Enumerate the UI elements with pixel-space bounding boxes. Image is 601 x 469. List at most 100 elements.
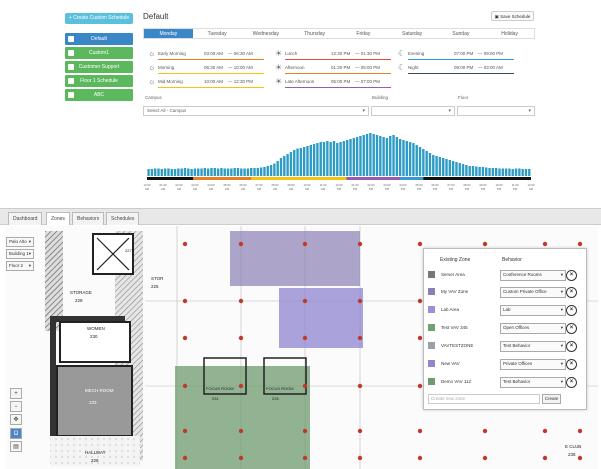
- period-afternoon[interactable]: ☀ Afternoon 01:30 PM — 05:00 PM: [275, 63, 395, 74]
- period-mid-morning[interactable]: ☼ Mid Morning 10:00 AM — 12:30 PM: [148, 77, 268, 88]
- sensor-dot[interactable]: [417, 241, 423, 247]
- zone-row[interactable]: Lab Area Lab ▾ ×: [428, 304, 584, 317]
- building-dropdown[interactable]: Building 1 ▾: [6, 249, 34, 259]
- sensor-dot[interactable]: [182, 335, 188, 341]
- sensor-dot[interactable]: [182, 298, 188, 304]
- sensor-dot[interactable]: [357, 335, 363, 341]
- sensor-dot[interactable]: [542, 428, 548, 434]
- sensor-dot[interactable]: [357, 298, 363, 304]
- tab-dashboard[interactable]: Dashboard: [8, 212, 43, 225]
- draw-zone-icon[interactable]: Ω: [10, 428, 22, 439]
- timeline-segment[interactable]: [250, 177, 347, 180]
- period-morning[interactable]: ☼ Morning 06:30 AM — 10:00 AM: [148, 63, 268, 74]
- layers-icon[interactable]: ▤: [10, 441, 22, 452]
- sensor-dot[interactable]: [577, 428, 583, 434]
- checkbox-icon[interactable]: [68, 50, 74, 56]
- sensor-dot[interactable]: [542, 241, 548, 247]
- tab-schedules[interactable]: Schedules: [106, 212, 140, 225]
- tab-behaviors[interactable]: Behaviors: [72, 212, 105, 225]
- tab-wednesday[interactable]: Wednesday: [242, 29, 291, 38]
- sensor-dot[interactable]: [417, 383, 423, 389]
- checkbox-icon[interactable]: [68, 64, 74, 70]
- sensor-dot[interactable]: [417, 298, 423, 304]
- sensor-dot[interactable]: [417, 428, 423, 434]
- sensor-dot[interactable]: [182, 383, 188, 389]
- delete-zone-icon[interactable]: ×: [566, 341, 577, 352]
- pan-icon[interactable]: ✥: [10, 414, 22, 425]
- checkbox-icon[interactable]: [68, 36, 74, 42]
- campus-select[interactable]: Select All - Campus ▾: [143, 106, 369, 116]
- tab-zones[interactable]: Zones: [46, 212, 70, 225]
- behavior-select[interactable]: Private Offices ▾: [500, 359, 566, 370]
- sensor-dot[interactable]: [482, 428, 488, 434]
- sensor-dot[interactable]: [182, 241, 188, 247]
- sensor-dot[interactable]: [238, 455, 244, 461]
- delete-zone-icon[interactable]: ×: [566, 305, 577, 316]
- sensor-dot[interactable]: [357, 241, 363, 247]
- campus-dropdown[interactable]: Palo Alto ▾: [6, 237, 34, 247]
- building-select[interactable]: ▾: [371, 106, 455, 116]
- sensor-dot[interactable]: [302, 335, 308, 341]
- checkbox-icon[interactable]: [68, 92, 74, 98]
- zoom-out-icon[interactable]: −: [10, 401, 22, 412]
- zone-my-vav[interactable]: [230, 231, 360, 286]
- schedule-item-custom1[interactable]: Custom1: [65, 47, 133, 59]
- zoom-in-icon[interactable]: +: [10, 388, 22, 399]
- sensor-dot[interactable]: [302, 298, 308, 304]
- tab-sunday[interactable]: Sunday: [437, 29, 486, 38]
- sensor-dot[interactable]: [417, 335, 423, 341]
- sensor-dot[interactable]: [482, 455, 488, 461]
- zone-row[interactable]: Server Area Conference Rooms ▾ ×: [428, 269, 584, 282]
- period-early-morning[interactable]: ☼ Early Morning 03:00 AM — 06:30 AM: [148, 49, 268, 60]
- create-zone-button[interactable]: Create: [542, 394, 561, 404]
- new-zone-input[interactable]: Create new zone: [428, 394, 540, 404]
- timeline-segment[interactable]: [193, 177, 251, 180]
- zone-row[interactable]: Demo VAV 112 Test Behavior ▾ ×: [428, 376, 584, 389]
- tab-monday[interactable]: Monday: [144, 29, 193, 38]
- sensor-dot[interactable]: [182, 428, 188, 434]
- period-evening[interactable]: ☾ Evening 07:00 PM — 09:00 PM: [398, 49, 518, 60]
- delete-zone-icon[interactable]: ×: [566, 359, 577, 370]
- sensor-dot[interactable]: [482, 241, 488, 247]
- sensor-dot[interactable]: [182, 455, 188, 461]
- checkbox-icon[interactable]: [68, 78, 74, 84]
- sensor-dot[interactable]: [577, 241, 583, 247]
- behavior-select[interactable]: Lab ▾: [500, 305, 566, 316]
- sensor-dot[interactable]: [357, 455, 363, 461]
- behavior-select[interactable]: Conference Rooms ▾: [500, 270, 566, 281]
- tab-thursday[interactable]: Thursday: [290, 29, 339, 38]
- zone-row[interactable]: New VAV Private Offices ▾ ×: [428, 358, 584, 371]
- period-lunch[interactable]: ☀ Lunch 12:30 PM — 01:30 PM: [275, 49, 395, 60]
- sensor-dot[interactable]: [238, 241, 244, 247]
- sensor-dot[interactable]: [302, 241, 308, 247]
- create-custom-schedule-button[interactable]: + Create Custom Schedule: [65, 13, 133, 24]
- zone-row[interactable]: VAVTESTZONE Test Behavior ▾ ×: [428, 340, 584, 353]
- zone-new-vav[interactable]: [279, 288, 363, 348]
- tab-friday[interactable]: Friday: [339, 29, 388, 38]
- behavior-select[interactable]: Open Offices ▾: [500, 323, 566, 334]
- sensor-dot[interactable]: [238, 428, 244, 434]
- sensor-dot[interactable]: [302, 383, 308, 389]
- delete-zone-icon[interactable]: ×: [566, 287, 577, 298]
- delete-zone-icon[interactable]: ×: [566, 377, 577, 388]
- tab-holiday[interactable]: Holiday: [485, 29, 534, 38]
- sensor-dot[interactable]: [238, 298, 244, 304]
- behavior-select[interactable]: Test Behavior ▾: [500, 377, 566, 388]
- behavior-select[interactable]: Test Behavior ▾: [500, 341, 566, 352]
- behavior-select[interactable]: Custom Private Office ▾: [500, 287, 566, 298]
- sensor-dot[interactable]: [238, 335, 244, 341]
- schedule-item-customer-support[interactable]: Customer Support: [65, 61, 133, 73]
- sensor-dot[interactable]: [238, 383, 244, 389]
- sensor-dot[interactable]: [542, 455, 548, 461]
- sensor-dot[interactable]: [302, 428, 308, 434]
- schedule-item-default[interactable]: Default: [65, 33, 133, 45]
- period-night[interactable]: ☾ Night 09:00 PM — 03:00 AM: [398, 63, 518, 74]
- zone-demo-vav[interactable]: [175, 366, 310, 469]
- sensor-dot[interactable]: [357, 383, 363, 389]
- sensor-dot[interactable]: [302, 455, 308, 461]
- save-schedule-button[interactable]: ▣ Save Schedule: [491, 11, 534, 21]
- zone-row[interactable]: Test VAV 345 Open Offices ▾ ×: [428, 322, 584, 335]
- schedule-item-abc[interactable]: ABC: [65, 89, 133, 101]
- zone-row[interactable]: My VAV Zone Custom Private Office ▾ ×: [428, 286, 584, 299]
- sensor-dot[interactable]: [357, 428, 363, 434]
